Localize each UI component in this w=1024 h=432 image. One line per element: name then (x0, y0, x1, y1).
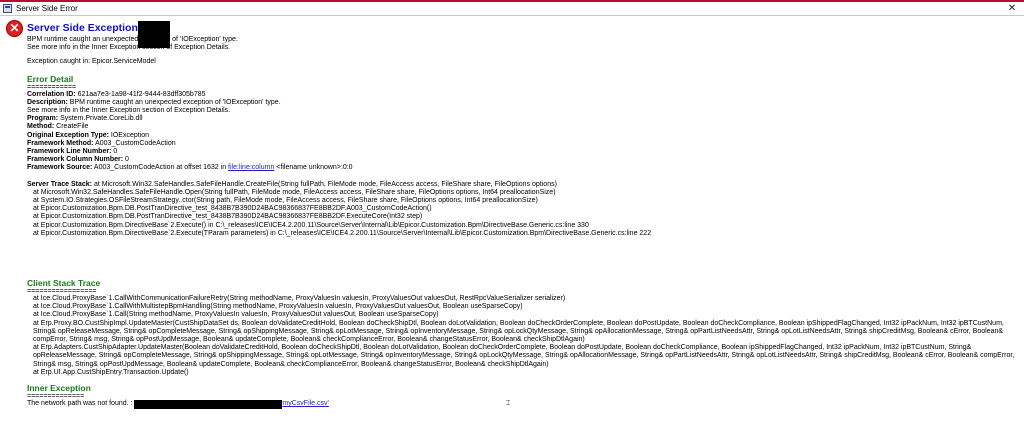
detail-field: Method: CreateFile (27, 123, 89, 131)
client-trace-line: at Ice.Cloud.ProxyBase`1.Call(String met… (33, 311, 439, 319)
detail-field: See more info in the Inner Exception sec… (27, 107, 231, 115)
server-trace-line: at System.IO.Strategies.OSFileStreamStra… (33, 197, 538, 205)
page-title-text: Server Side Exception (27, 22, 138, 34)
detail-field: Original Exception Type: IOException (27, 131, 150, 139)
redacted-block (137, 21, 170, 48)
server-trace-line: at Microsoft.Win32.SafeHandles.SafeFileH… (33, 188, 556, 196)
page-title: Server Side Exception (27, 21, 1017, 48)
header-line-2: See more info in the Inner Exception sec… (27, 44, 231, 52)
client-stack-trace-heading: Client Stack Trace (27, 278, 101, 289)
detail-field: Framework Line Number: 0 (27, 148, 118, 156)
client-trace-separator: ================= (27, 288, 97, 296)
detail-field: Framework Column Number: 0 (27, 156, 129, 164)
error-detail-heading: Error Detail (27, 73, 74, 84)
app-window-icon (3, 4, 12, 13)
detail-field: Program: System.Private.CoreLib.dll (27, 115, 143, 123)
exception-caught-in: Exception caught in: Epicor.ServiceModel (27, 58, 156, 66)
server-trace-line: at Epicor.Customization.Bpm.DirectiveBas… (33, 221, 589, 229)
header-line-1: BPM runtime caught an unexpected excepti… (27, 36, 238, 43)
server-trace-stack: Server Trace Stack: at Microsoft.Win32.S… (27, 180, 557, 188)
close-button[interactable]: ✕ (1006, 2, 1018, 15)
server-trace-line: at Epicor.Customization.Bpm.DB.PostTranD… (33, 205, 432, 213)
title-bar[interactable]: Server Side Error ✕ (0, 2, 1024, 16)
error-dialog-body: ✕ Server Side Exception BPM runtime caug… (0, 16, 1024, 432)
error-icon: ✕ (6, 20, 23, 37)
detail-field: Correlation ID: 621aa7e3-1a98-41f2-9444-… (27, 90, 206, 98)
framework-source: Framework Source: A003_CustomCodeAction … (27, 164, 353, 172)
server-trace-line: at Epicor.Customization.Bpm.DirectiveBas… (33, 229, 652, 237)
detail-field: Framework Method: A003_CustomCodeAction (27, 139, 176, 147)
client-trace-line: at Erp.Adapters.CustShipAdapter.UpdateMa… (33, 344, 1015, 368)
file-line-column-link[interactable]: file:line:column (228, 164, 274, 171)
client-trace-line: at Erp.Proxy.BO.CustShipImpl.UpdateMaste… (33, 319, 1004, 344)
inner-exception-message: The network path was not found. : myCsvF… (27, 400, 329, 410)
inner-exception-heading: Inner Exception (27, 383, 91, 394)
window-title: Server Side Error (16, 4, 78, 13)
client-trace-line: at Ice.Cloud.ProxyBase`1.CallWithCommuni… (33, 295, 566, 303)
detail-field: Description: BPM runtime caught an unexp… (27, 98, 281, 106)
client-trace-line: at Ice.Cloud.ProxyBase`1.CallWithMultist… (33, 303, 523, 311)
error-content: Server Side Exception BPM runtime caught… (27, 21, 1017, 410)
error-detail-separator: ============ (27, 83, 77, 91)
server-trace-line: at Epicor.Customization.Bpm.DB.PostTranD… (33, 213, 423, 221)
mouse-cursor-icon: ⌶ (506, 400, 511, 407)
csv-file-link[interactable]: myCsvFile.csv' (282, 400, 328, 407)
client-trace-line: at Erp.UI.App.CustShipEntry.Transaction.… (33, 368, 189, 376)
inner-exception-separator: ============== (27, 393, 85, 401)
redacted-block (134, 400, 283, 410)
